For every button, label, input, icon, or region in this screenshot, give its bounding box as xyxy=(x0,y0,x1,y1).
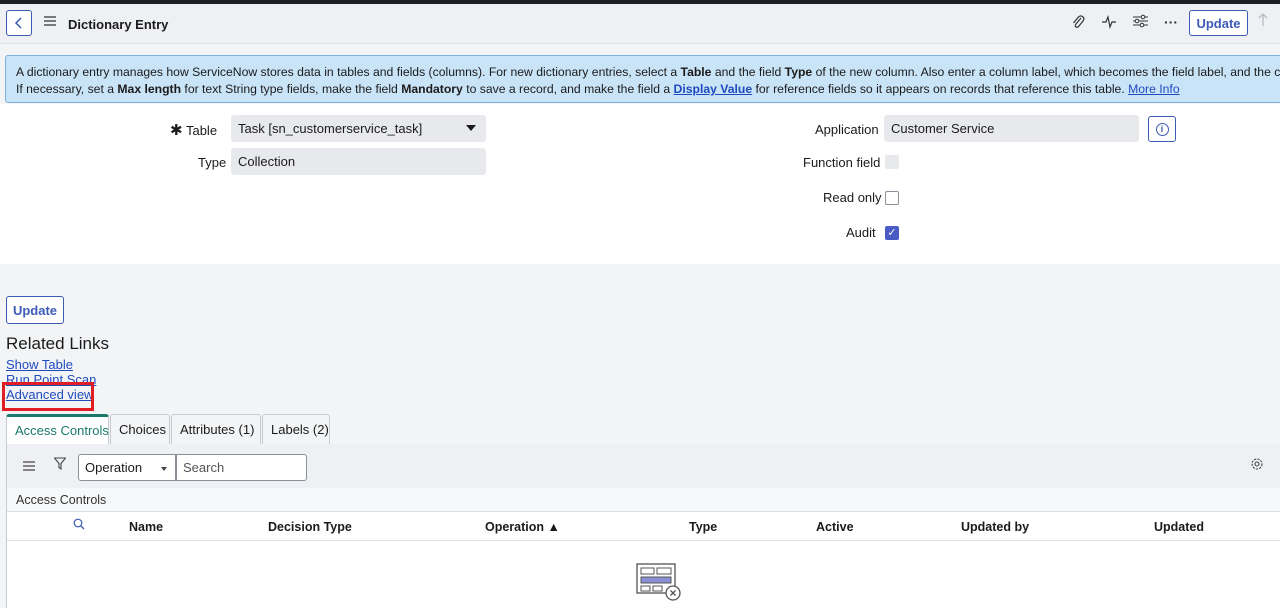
search-input[interactable] xyxy=(176,454,307,481)
banner-line-1: A dictionary entry manages how ServiceNo… xyxy=(16,65,1280,79)
audit-checkbox[interactable]: ✓ xyxy=(885,226,899,240)
more-icon[interactable]: ··· xyxy=(1164,14,1178,30)
more-info-link[interactable]: More Info xyxy=(1128,82,1179,96)
form-header: Dictionary Entry ··· Update xyxy=(0,4,1280,44)
list-section-label: Access Controls xyxy=(7,488,1280,512)
column-decision-type[interactable]: Decision Type xyxy=(268,520,352,534)
check-icon: ✓ xyxy=(887,227,897,239)
activity-icon[interactable] xyxy=(1102,14,1116,33)
column-active[interactable]: Active xyxy=(816,520,854,534)
column-operation[interactable]: Operation ▲ xyxy=(485,520,560,534)
tab-access-controls[interactable]: Access Controls xyxy=(6,414,109,444)
search-field-select[interactable]: Operation xyxy=(78,454,176,481)
gear-icon[interactable] xyxy=(1250,457,1264,474)
type-label: Type xyxy=(198,155,227,170)
tab-attributes[interactable]: Attributes (1) xyxy=(171,414,261,444)
display-value-link[interactable]: Display Value xyxy=(674,82,753,96)
menu-icon[interactable] xyxy=(44,14,58,28)
list-column-headers: Name Decision Type Operation ▲ Type Acti… xyxy=(7,512,1280,541)
tab-choices[interactable]: Choices xyxy=(110,414,170,444)
banner-line-2: If necessary, set a Max length for text … xyxy=(16,82,1180,96)
function-field-label: Function field xyxy=(803,155,881,170)
info-icon: i xyxy=(1155,122,1169,136)
list-menu-icon[interactable] xyxy=(23,458,35,474)
application-label: Application xyxy=(815,122,879,137)
show-table-link[interactable]: Show Table xyxy=(6,357,73,372)
table-select[interactable]: Task [sn_customerservice_task] xyxy=(231,115,486,142)
tab-labels[interactable]: Labels (2) xyxy=(262,414,330,444)
back-button[interactable] xyxy=(6,10,32,36)
list-toolbar: Operation xyxy=(7,444,1280,488)
header-update-button[interactable]: Update xyxy=(1189,10,1248,36)
column-type[interactable]: Type xyxy=(689,520,717,534)
filter-icon[interactable] xyxy=(53,457,67,473)
function-field-checkbox[interactable] xyxy=(885,155,899,169)
empty-list-icon xyxy=(636,563,684,603)
access-controls-list: Operation Access Controls Name Decision … xyxy=(6,444,1280,608)
arrow-up-icon[interactable] xyxy=(1258,13,1268,30)
read-only-checkbox[interactable] xyxy=(885,191,899,205)
related-links-heading: Related Links xyxy=(6,334,110,353)
dictionary-form: ✱ Table Task [sn_customerservice_task] T… xyxy=(0,104,1280,264)
info-banner: A dictionary entry manages how ServiceNo… xyxy=(5,55,1280,103)
highlight-box xyxy=(2,382,94,411)
paperclip-icon[interactable] xyxy=(1071,14,1085,33)
application-field[interactable]: Customer Service xyxy=(884,115,1139,142)
column-name[interactable]: Name xyxy=(129,520,163,534)
application-info-button[interactable]: i xyxy=(1148,116,1176,142)
back-icon xyxy=(14,17,22,29)
table-label: ✱ Table xyxy=(170,122,218,139)
chevron-down-icon xyxy=(466,125,476,131)
read-only-label: Read only xyxy=(823,190,882,205)
column-updated[interactable]: Updated xyxy=(1154,520,1204,534)
page-title: Dictionary Entry xyxy=(68,17,169,32)
mandatory-icon: ✱ xyxy=(170,122,183,139)
audit-label: Audit xyxy=(846,225,876,240)
column-search-icon[interactable] xyxy=(73,518,85,533)
update-button[interactable]: Update xyxy=(6,296,64,324)
sliders-icon[interactable] xyxy=(1133,14,1148,31)
chevron-down-icon xyxy=(161,467,167,471)
type-field[interactable]: Collection xyxy=(231,148,486,175)
column-updated-by[interactable]: Updated by xyxy=(961,520,1029,534)
